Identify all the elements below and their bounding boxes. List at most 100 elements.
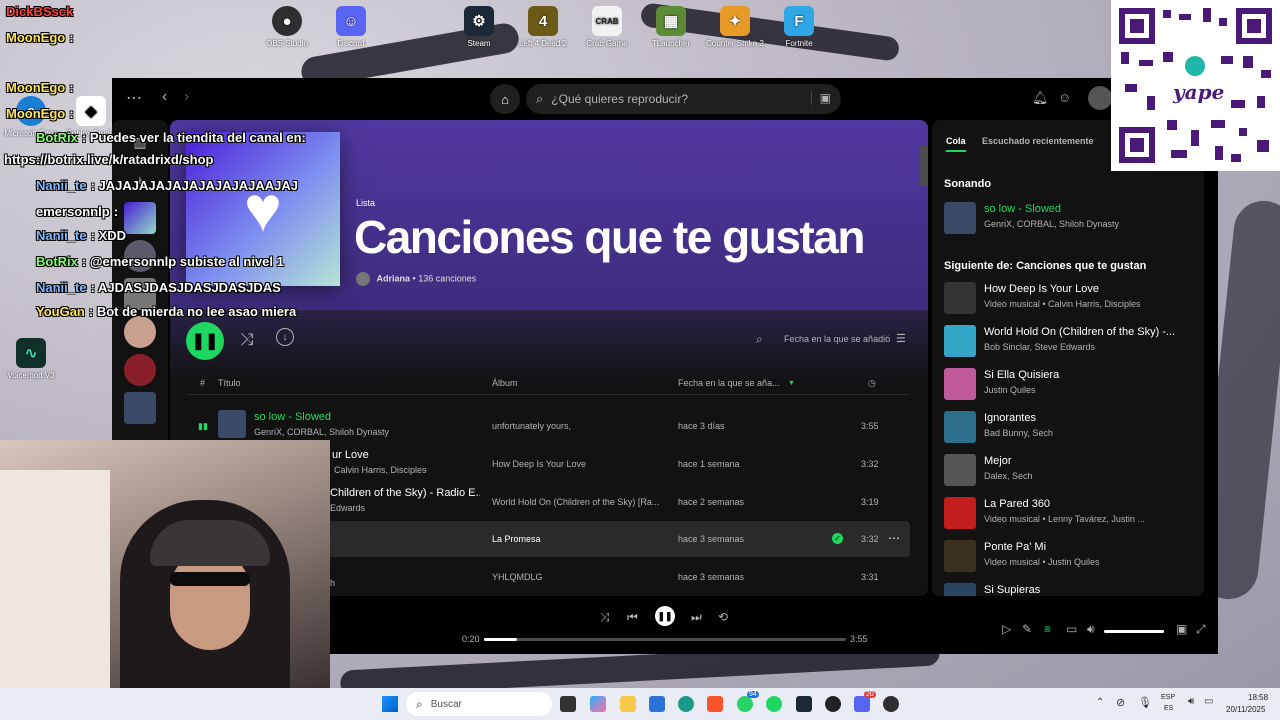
- task-view-icon[interactable]: [560, 696, 576, 712]
- row-more-icon[interactable]: ⋯: [888, 531, 900, 545]
- volume-icon[interactable]: 🔊︎: [1087, 622, 1095, 637]
- repeat-icon[interactable]: ⟲: [718, 610, 728, 624]
- browse-icon[interactable]: ▣: [810, 91, 831, 105]
- track-artists[interactable]: GenriX, CORBAL, Shiloh Dynasty: [254, 427, 389, 437]
- queue-item[interactable]: Ponte Pa' Mi Video musical • Justin Quile…: [944, 538, 1200, 574]
- avatar[interactable]: [1088, 86, 1112, 110]
- more-menu-icon[interactable]: ⋯: [126, 88, 142, 108]
- forward-icon[interactable]: ›: [184, 88, 189, 106]
- discord-icon[interactable]: [854, 696, 870, 712]
- desktop-icon-steam[interactable]: ⚙ Steam: [450, 6, 508, 48]
- desktop-icon-crabgame[interactable]: CRAB Crab Game: [578, 6, 636, 48]
- track-artists[interactable]: Edwards: [330, 503, 365, 513]
- list-view-icon[interactable]: ☰: [896, 332, 906, 345]
- desktop-icon-voicemod[interactable]: ∿ Voicemod V3: [2, 338, 60, 380]
- speaker-icon[interactable]: 🔊︎: [1188, 696, 1194, 707]
- track-album[interactable]: unfortunately yours,: [492, 421, 668, 431]
- notifications-icon[interactable]: 🔔︎: [1032, 90, 1049, 106]
- tray-chevron-icon[interactable]: ⌃: [1096, 697, 1104, 708]
- track-date: hace 3 días: [678, 421, 725, 431]
- copilot-icon[interactable]: [590, 696, 606, 712]
- tab-recent[interactable]: Escuchado recientemente: [982, 136, 1094, 146]
- steam-icon[interactable]: [796, 696, 812, 712]
- queue-item[interactable]: Si Ella Quisiera Justin Quiles: [944, 366, 1200, 402]
- now-playing-view-icon[interactable]: ▷: [1002, 622, 1011, 636]
- xbox-icon[interactable]: [825, 696, 841, 712]
- search-input[interactable]: [549, 91, 784, 107]
- start-icon[interactable]: [382, 696, 398, 712]
- sort-dropdown[interactable]: Fecha en la que se añadió: [784, 334, 890, 344]
- column-album[interactable]: Álbum: [492, 378, 518, 388]
- obs-icon[interactable]: [883, 696, 899, 712]
- play-pause-button[interactable]: ❚❚: [186, 322, 224, 360]
- friends-activity-icon[interactable]: ☺: [1058, 90, 1071, 105]
- clock-icon: ◷: [868, 378, 876, 388]
- miniplayer-icon[interactable]: ▣: [1176, 622, 1187, 636]
- rail-playlist-3[interactable]: [124, 392, 156, 424]
- saved-check-icon[interactable]: ✓: [832, 533, 843, 544]
- download-icon[interactable]: ↓: [276, 328, 294, 346]
- shuffle-icon[interactable]: ⤨: [240, 330, 254, 350]
- volume-slider[interactable]: [1104, 630, 1164, 633]
- scrollbar[interactable]: [920, 146, 928, 186]
- track-album[interactable]: La Promesa: [492, 534, 668, 544]
- connect-device-icon[interactable]: ▭: [1066, 622, 1077, 636]
- queue-item[interactable]: Ignorantes Bad Bunny, Sech: [944, 409, 1200, 445]
- chat-message: MoonEgo:: [6, 30, 74, 45]
- mic-icon[interactable]: 🎙︎: [1138, 696, 1152, 709]
- clock-date: 20/11/2025: [1226, 705, 1266, 714]
- queue-item[interactable]: La Pared 360 Video musical • Lenny Taváre…: [944, 495, 1200, 531]
- column-date[interactable]: Fecha en la que se aña...: [678, 378, 780, 388]
- desktop-icon-discord[interactable]: ☺ Discord: [322, 6, 380, 48]
- tab-queue[interactable]: Cola: [946, 136, 966, 152]
- taskbar-search[interactable]: ⌕ Buscar: [406, 692, 552, 716]
- clock-time[interactable]: 18:58: [1248, 693, 1268, 702]
- queue-now-playing[interactable]: so low - Slowed GenriX, CORBAL, Shiloh D…: [944, 200, 1200, 236]
- lang-label[interactable]: ESP: [1161, 694, 1175, 701]
- brave-icon[interactable]: [707, 696, 723, 712]
- queue-icon[interactable]: ≡: [1044, 622, 1051, 636]
- track-album[interactable]: How Deep Is Your Love: [492, 459, 668, 469]
- desktop-icon-fortnite[interactable]: F Fortnite: [770, 6, 828, 48]
- desktop-icon-tlauncher[interactable]: ▦ TLauncher: [642, 6, 700, 48]
- rail-artist-1[interactable]: [124, 316, 156, 348]
- queue-item[interactable]: Si Supieras: [944, 581, 1200, 596]
- desktop-icon-cs2[interactable]: ✦ Counter Strike 2: [706, 6, 764, 48]
- edge-icon[interactable]: [678, 696, 694, 712]
- playlist-owner[interactable]: Adriana: [377, 273, 411, 283]
- track-title[interactable]: ur Love: [332, 449, 369, 461]
- queue-item[interactable]: Mejor Dalex, Sech: [944, 452, 1200, 488]
- network-icon[interactable]: ⊘: [1116, 696, 1125, 709]
- fullscreen-icon[interactable]: ⤢: [1196, 622, 1206, 637]
- liked-songs-tile[interactable]: [124, 202, 156, 234]
- track-album[interactable]: World Hold On (Children of the Sky) [Ra.…: [492, 497, 668, 507]
- queue-title: How Deep Is Your Love: [984, 283, 1099, 295]
- search-bar[interactable]: ⌕ ▣: [526, 84, 841, 114]
- home-button[interactable]: ⌂: [490, 84, 520, 114]
- table-row[interactable]: ▮▮ so low - Slowed GenriX, CORBAL, Shilo…: [186, 408, 910, 444]
- track-artists[interactable]: h: [330, 578, 335, 588]
- column-title[interactable]: Título: [218, 378, 241, 388]
- progress-bar[interactable]: [484, 638, 846, 641]
- track-artists[interactable]: Calvin Harris, Disciples: [334, 465, 427, 475]
- desktop-icon-obs[interactable]: ● OBS Studio: [258, 6, 316, 48]
- search-in-playlist-icon[interactable]: ⌕: [756, 332, 763, 347]
- back-icon[interactable]: ‹: [162, 88, 167, 106]
- whatsapp-icon[interactable]: [737, 696, 753, 712]
- desktop-icon-left4dead2[interactable]: 4 Left 4 Dead 2: [514, 6, 572, 48]
- rail-artist-2[interactable]: [124, 354, 156, 386]
- lyrics-icon[interactable]: ✎: [1022, 622, 1032, 636]
- battery-icon[interactable]: ▭: [1204, 696, 1213, 707]
- queue-item[interactable]: World Hold On (Children of the Sky) -...…: [944, 323, 1200, 359]
- store-icon[interactable]: [649, 696, 665, 712]
- play-pause-button[interactable]: ❚❚: [655, 606, 675, 626]
- spotify-icon[interactable]: [766, 696, 782, 712]
- next-icon[interactable]: ⏭︎: [691, 610, 702, 625]
- track-title[interactable]: so low - Slowed: [254, 411, 331, 423]
- queue-item[interactable]: How Deep Is Your Love Video musical • Cal…: [944, 280, 1200, 316]
- shuffle-icon[interactable]: ⤨: [600, 610, 610, 625]
- track-album[interactable]: YHLQMDLG: [492, 572, 668, 582]
- track-title[interactable]: Children of the Sky) - Radio E...: [330, 487, 480, 499]
- file-explorer-icon[interactable]: [620, 696, 636, 712]
- previous-icon[interactable]: ⏮︎: [627, 610, 638, 625]
